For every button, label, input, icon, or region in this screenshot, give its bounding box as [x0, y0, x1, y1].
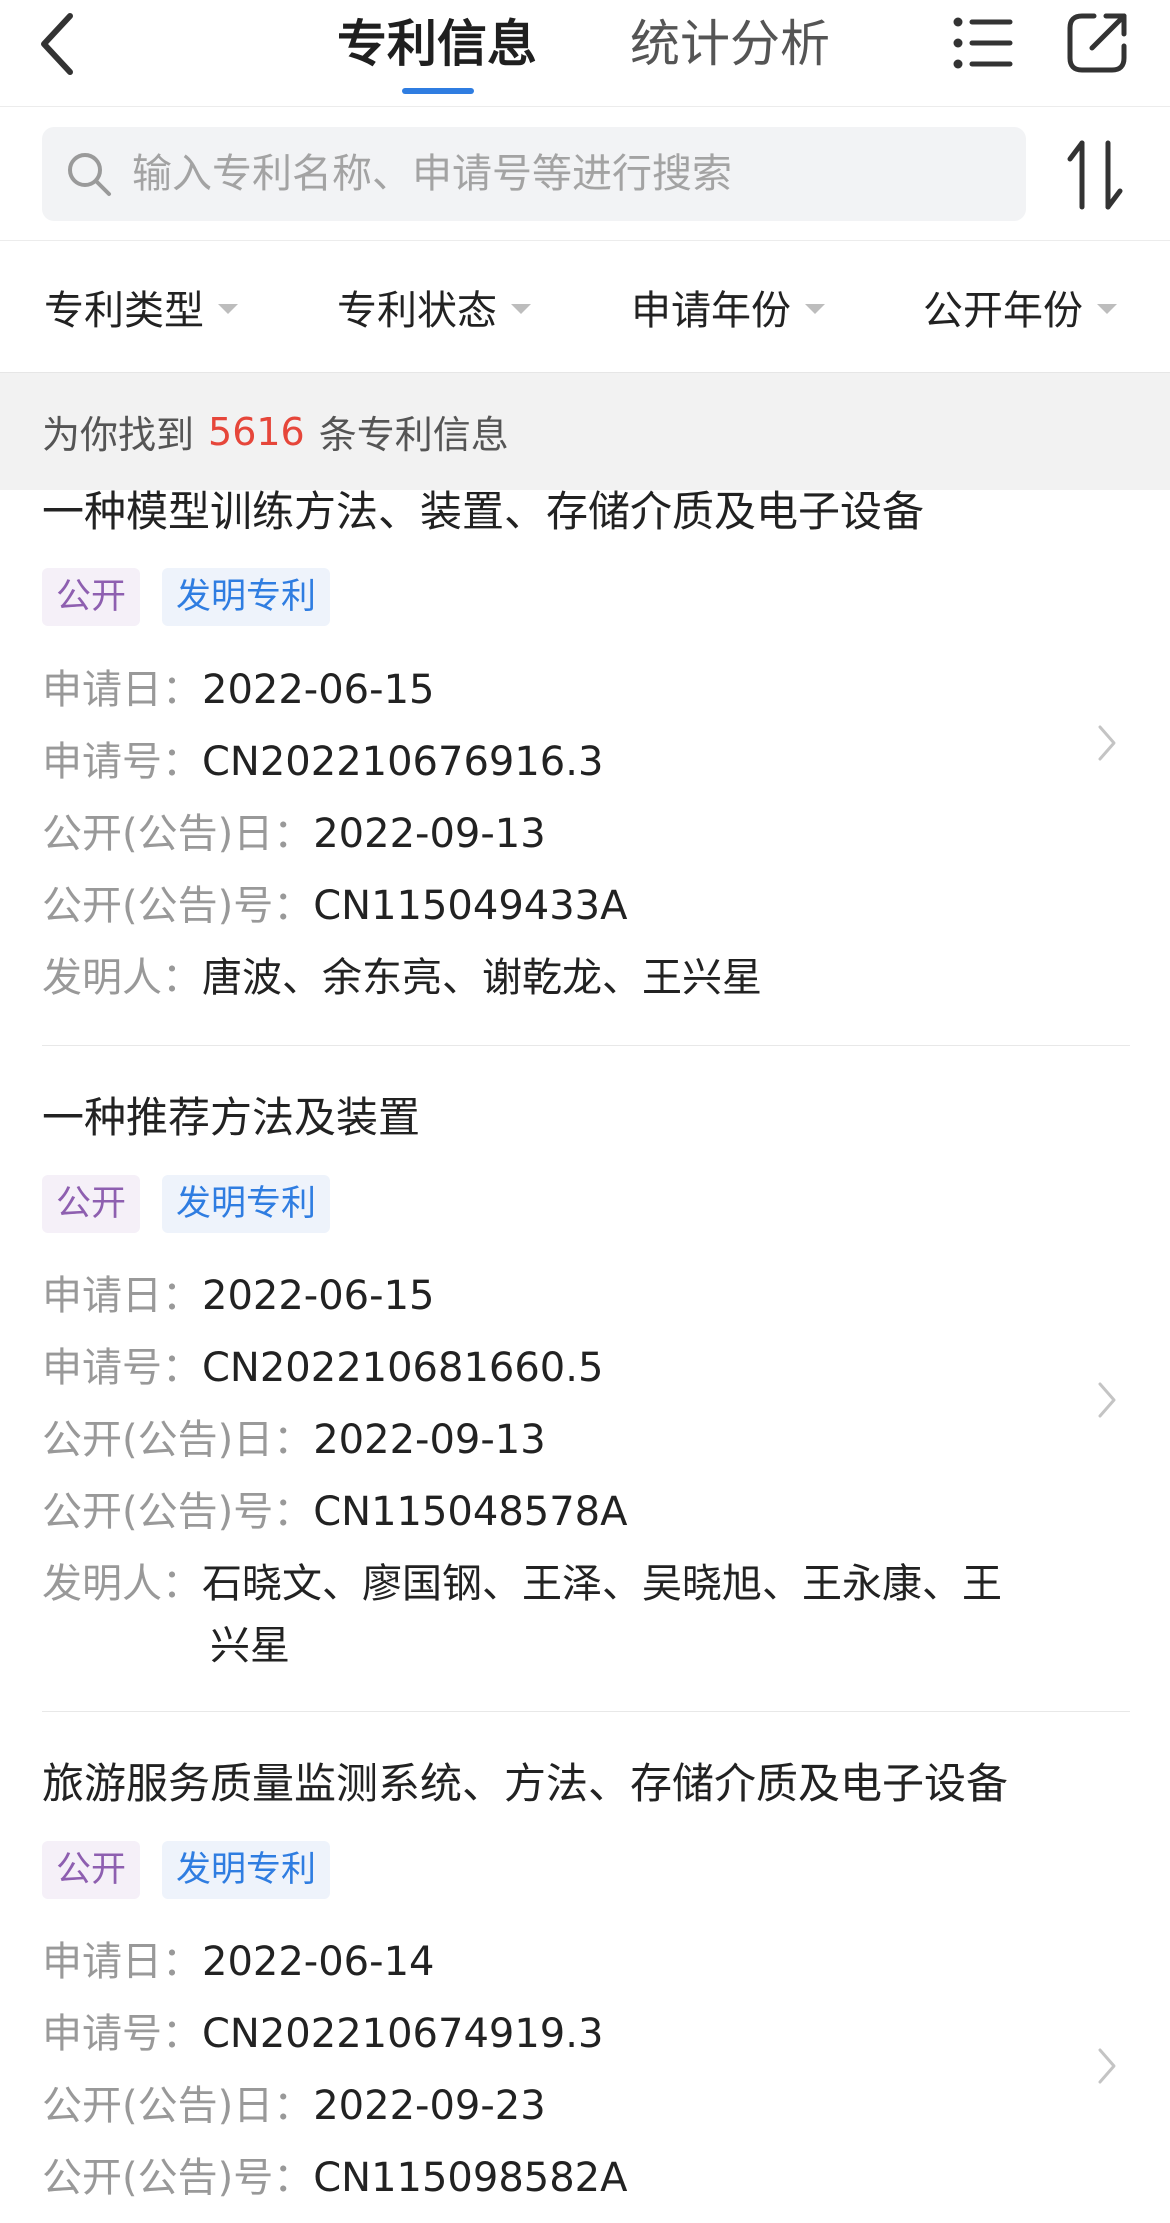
back-chevron-icon[interactable] — [28, 6, 88, 82]
inventors-row: 发明人：石晓文、廖国钢、王泽、吴晓旭、王永康、王 — [42, 1559, 1002, 1609]
field-label: 申请号： — [42, 2011, 202, 2057]
search-input[interactable] — [132, 127, 1012, 221]
field-label: 申请号： — [42, 739, 202, 785]
card-divider — [42, 1711, 1130, 1712]
pub-no-row: 公开(公告)号：CN115098582A — [42, 2153, 627, 2203]
apply-date: 2022-06-15 — [202, 667, 435, 713]
result-count-bar: 为你找到 5616 条专利信息 — [0, 373, 1170, 490]
patent-card[interactable]: 一种模型训练方法、装置、存储介质及电子设备 公开 发明专利 申请日：2022-0… — [0, 490, 1170, 1046]
filter-apply-year[interactable]: 申请年份 — [631, 241, 825, 372]
pub-no-row: 公开(公告)号：CN115049433A — [42, 881, 627, 931]
caret-down-icon — [805, 303, 825, 314]
filter-label: 专利状态 — [337, 287, 497, 334]
filter-publish-year[interactable]: 公开年份 — [923, 241, 1117, 372]
pub-no-row: 公开(公告)号：CN115048578A — [42, 1487, 627, 1537]
field-label: 申请日： — [42, 667, 202, 713]
chevron-right-icon[interactable] — [1096, 723, 1118, 763]
tab-statistics[interactable]: 统计分析 — [630, 12, 830, 76]
patent-title: 一种推荐方法及装置 — [42, 1093, 421, 1142]
top-nav-bar: 专利信息 统计分析 — [0, 0, 1170, 107]
caret-down-icon — [1097, 303, 1117, 314]
type-tag: 发明专利 — [162, 568, 331, 626]
field-label: 申请号： — [42, 1345, 202, 1391]
inventors: 唐波、余东亮、谢乾龙、王兴星 — [202, 955, 762, 1001]
filter-bar: 专利类型 专利状态 申请年份 公开年份 — [0, 241, 1170, 373]
field-label: 发明人： — [42, 955, 202, 1001]
share-icon[interactable] — [1064, 8, 1132, 76]
filter-label: 申请年份 — [631, 287, 791, 334]
pub-date-row: 公开(公告)日：2022-09-23 — [42, 2081, 546, 2131]
apply-no-row: 申请号：CN202210674919.3 — [42, 2009, 603, 2059]
search-icon — [68, 153, 111, 196]
patent-title: 旅游服务质量监测系统、方法、存储介质及电子设备 — [42, 1759, 1009, 1808]
publish-date: 2022-09-13 — [313, 1417, 546, 1463]
publish-number: CN115049433A — [313, 883, 628, 929]
inventors: 石晓文、廖国钢、王泽、吴晓旭、王永康、王 — [202, 1561, 1002, 1607]
patent-card[interactable]: 旅游服务质量监测系统、方法、存储介质及电子设备 公开 发明专利 申请日：2022… — [0, 1716, 1170, 2223]
patent-title: 一种模型训练方法、装置、存储介质及电子设备 — [42, 487, 925, 536]
filter-patent-status[interactable]: 专利状态 — [337, 241, 531, 372]
field-label: 发明人： — [42, 1561, 202, 1607]
apply-date-row: 申请日：2022-06-14 — [42, 1937, 434, 1987]
chevron-right-icon[interactable] — [1096, 2046, 1118, 2086]
result-count-suffix: 条专利信息 — [318, 413, 509, 457]
apply-no-row: 申请号：CN202210681660.5 — [42, 1343, 603, 1393]
pub-date-row: 公开(公告)日：2022-09-13 — [42, 1415, 546, 1465]
chevron-right-icon[interactable] — [1096, 1380, 1118, 1420]
result-count-prefix: 为你找到 — [42, 413, 195, 457]
apply-date-row: 申请日：2022-06-15 — [42, 665, 434, 715]
result-count-number: 5616 — [208, 409, 305, 454]
field-label: 公开(公告)号： — [42, 1489, 314, 1535]
search-box[interactable] — [42, 127, 1026, 221]
type-tag: 发明专利 — [162, 1841, 331, 1899]
inventors-row: 发明人：唐波、余东亮、谢乾龙、王兴星 — [42, 953, 762, 1003]
patent-card[interactable]: 一种推荐方法及装置 公开 发明专利 申请日：2022-06-15 申请号：CN2… — [0, 1046, 1170, 1716]
publish-date: 2022-09-13 — [313, 811, 546, 857]
field-label: 申请日： — [42, 1939, 202, 1985]
apply-date: 2022-06-15 — [202, 1273, 435, 1319]
result-count: 为你找到 5616 条专利信息 — [42, 373, 509, 490]
filter-label: 专利类型 — [44, 287, 204, 334]
search-row — [0, 107, 1170, 241]
field-label: 申请日： — [42, 1273, 202, 1319]
field-label: 公开(公告)号： — [42, 2155, 314, 2201]
publish-number: CN115048578A — [313, 1489, 628, 1535]
apply-no-row: 申请号：CN202210676916.3 — [42, 737, 603, 787]
type-tag: 发明专利 — [162, 1175, 331, 1233]
sort-icon[interactable] — [1064, 135, 1126, 213]
apply-number: CN202210676916.3 — [202, 739, 604, 785]
apply-date: 2022-06-14 — [202, 1939, 435, 1985]
status-tag: 公开 — [42, 1175, 141, 1233]
apply-number: CN202210674919.3 — [202, 2011, 604, 2057]
caret-down-icon — [218, 303, 238, 314]
field-label: 公开(公告)号： — [42, 883, 314, 929]
apply-date-row: 申请日：2022-06-15 — [42, 1271, 434, 1321]
apply-number: CN202210681660.5 — [202, 1345, 604, 1391]
list-icon[interactable] — [952, 14, 1014, 72]
active-tab-indicator — [402, 88, 474, 94]
filter-label: 公开年份 — [923, 287, 1083, 334]
filter-patent-type[interactable]: 专利类型 — [44, 241, 238, 372]
field-label: 公开(公告)日： — [42, 1417, 314, 1463]
pub-date-row: 公开(公告)日：2022-09-13 — [42, 809, 546, 859]
inventors: 兴星 — [210, 1623, 290, 1669]
status-tag: 公开 — [42, 568, 141, 626]
field-label: 公开(公告)日： — [42, 2083, 314, 2129]
tab-patent-info[interactable]: 专利信息 — [337, 12, 537, 76]
publish-date: 2022-09-23 — [313, 2083, 546, 2129]
inventors-continued: 兴星 — [210, 1621, 290, 1671]
status-tag: 公开 — [42, 1841, 141, 1899]
field-label: 公开(公告)日： — [42, 811, 314, 857]
caret-down-icon — [511, 303, 531, 314]
publish-number: CN115098582A — [313, 2155, 628, 2201]
